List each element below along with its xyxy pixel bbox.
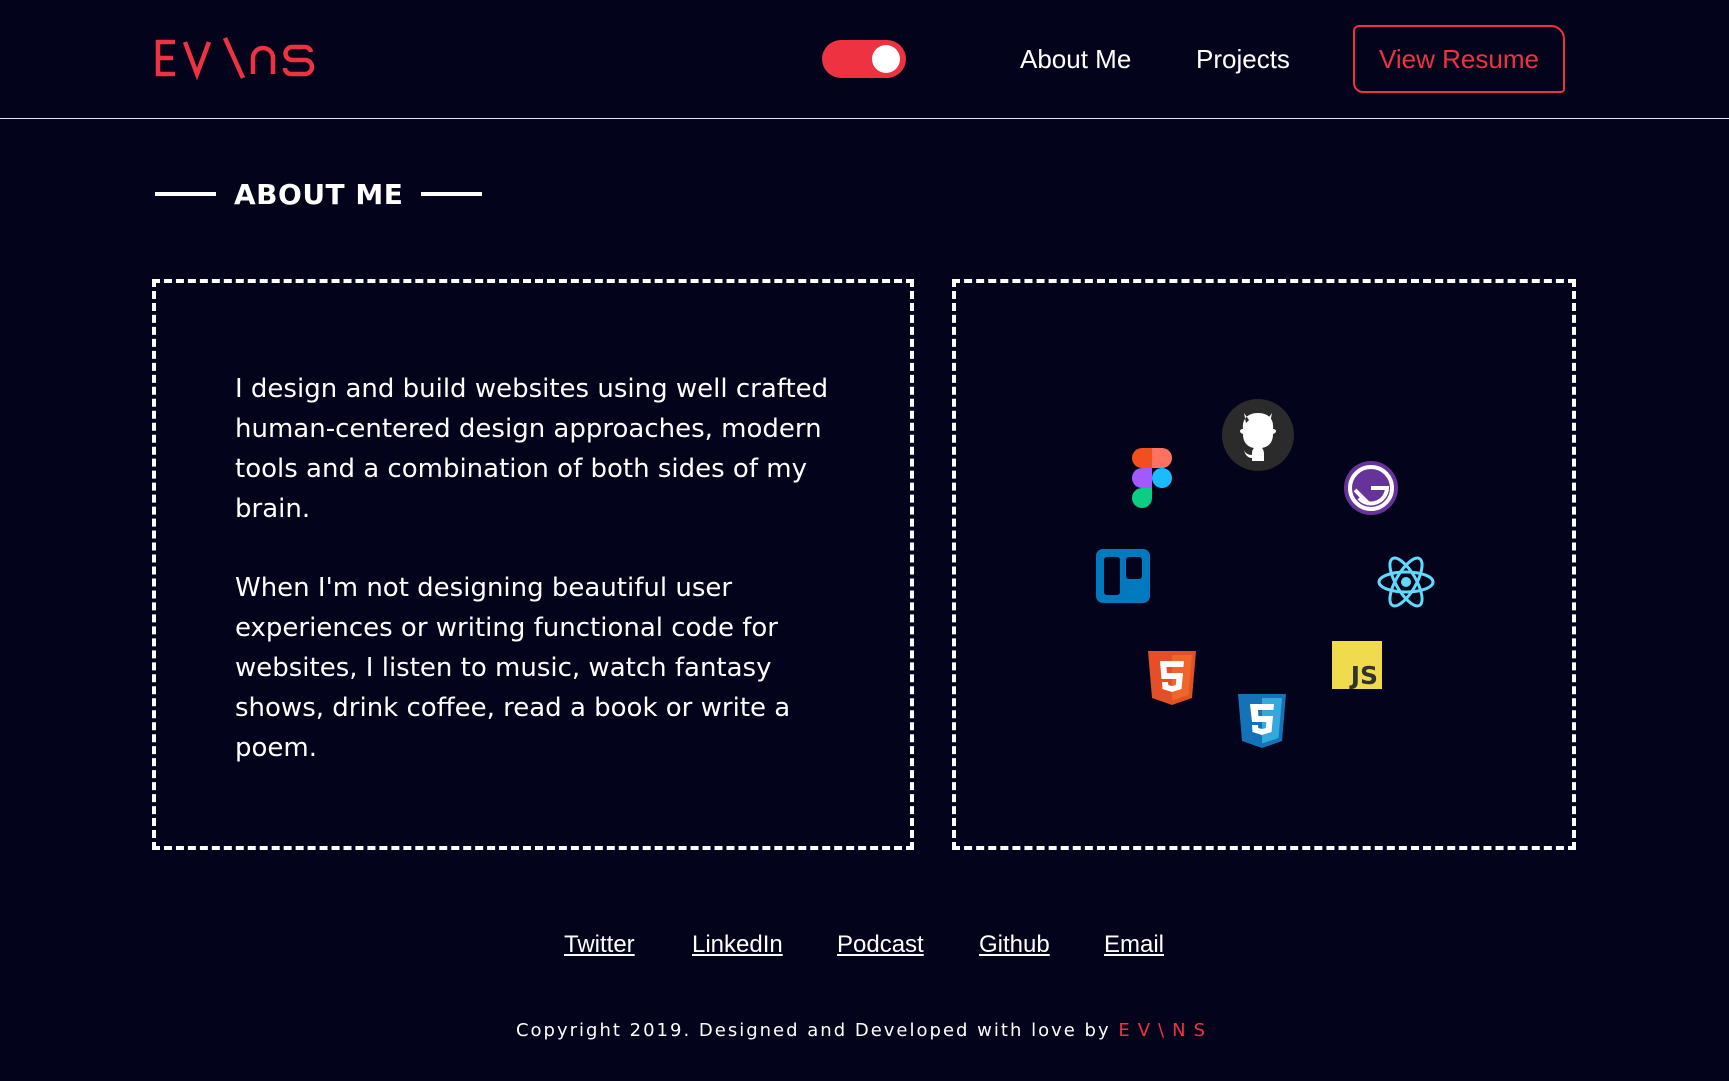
bio-paragraph: When I'm not designing beautiful user ex… [235, 573, 791, 763]
copyright: Copyright 2019. Designed and Developed w… [0, 1020, 1729, 1041]
react-icon [1376, 554, 1436, 614]
nav-projects[interactable]: Projects [1196, 42, 1290, 76]
footer-link-linkedin[interactable]: LinkedIn [692, 930, 783, 960]
logo-link[interactable] [155, 36, 315, 80]
section-heading: ABOUT ME [155, 172, 483, 216]
tools-panel: JS [952, 279, 1576, 850]
footer-link-twitter[interactable]: Twitter [564, 930, 635, 960]
nav-about-me[interactable]: About Me [1020, 42, 1131, 76]
logo-wordmark [155, 37, 315, 80]
header: About Me Projects View Resume [0, 0, 1729, 119]
trello-icon [1096, 549, 1150, 607]
gatsby-icon [1343, 460, 1399, 520]
footer-link-github[interactable]: Github [979, 930, 1050, 960]
heading-line-right [421, 192, 483, 196]
css3-icon [1238, 694, 1286, 752]
footer-link-podcast[interactable]: Podcast [837, 930, 924, 960]
copyright-brand: EV\NS [1118, 1020, 1214, 1041]
heading-line-left [155, 192, 216, 196]
theme-toggle[interactable] [822, 40, 906, 78]
page: About Me Projects View Resume ABOUT ME I… [0, 0, 1729, 1081]
html5-icon [1148, 651, 1196, 709]
copyright-text: Copyright 2019. Designed and Developed w… [515, 1020, 1111, 1041]
svg-text:JS: JS [1349, 661, 1378, 689]
about-text-panel: I design and build websites using well c… [152, 279, 914, 850]
github-icon [1222, 399, 1294, 475]
view-resume-button[interactable]: View Resume [1353, 25, 1565, 93]
figma-icon [1132, 448, 1172, 512]
bio-text: I design and build websites using well c… [235, 369, 835, 807]
bio-paragraph: I design and build websites using well c… [235, 374, 829, 524]
section-title: ABOUT ME [234, 177, 404, 211]
javascript-icon: JS [1332, 641, 1382, 693]
footer-link-email[interactable]: Email [1104, 930, 1164, 960]
toggle-knob [872, 45, 900, 73]
